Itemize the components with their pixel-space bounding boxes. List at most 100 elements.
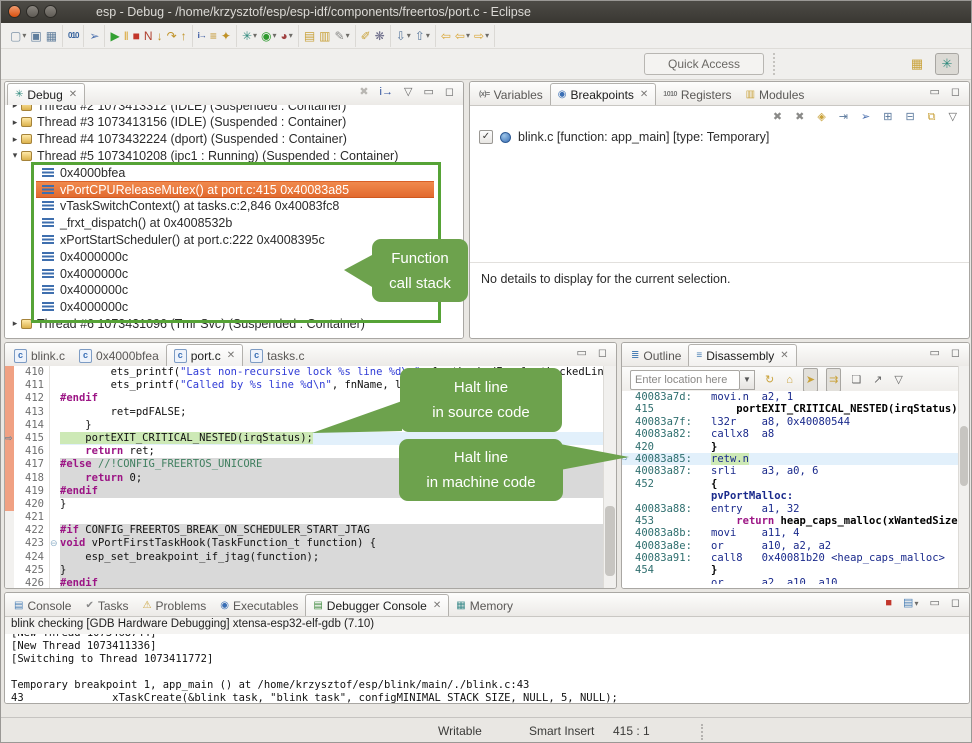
close-icon[interactable]: ✕ [640,89,648,100]
toolbar-step-over-button[interactable]: ↷ [165,26,179,46]
vars-maximize-button[interactable]: ◻ [949,82,962,102]
disasm-line[interactable]: 40083a7d:movi.n a2, 1 [622,391,959,403]
breakpoints-goto-breakpoint-file-button[interactable]: ⇥ [837,107,850,127]
disasm-tab-disassembly[interactable]: ≡Disassembly✕ [688,344,796,366]
line-number[interactable]: 418 [14,472,49,485]
console-tab-console[interactable]: ▤Console [7,595,78,616]
expand-arrow-icon[interactable]: ▸ [9,318,21,329]
line-number[interactable]: 426 [14,577,49,588]
breakpoints-link-with-debug-view-button[interactable]: ⧉ [926,107,938,127]
disasm-refresh-button[interactable]: ↻ [763,370,776,390]
line-number[interactable]: 420 [14,498,49,511]
window-minimize-button[interactable] [26,5,39,18]
line-number[interactable]: 424 [14,551,49,564]
breakpoints-remove-breakpoint-button[interactable]: ✖ [771,107,784,127]
thread-row[interactable]: ▸Thread #4 1073432224 (dport) (Suspended… [5,131,463,148]
console-maximize-button[interactable]: ◻ [949,593,962,613]
disasm-view-menu-button[interactable]: ▽ [892,370,904,390]
console-tab-problems[interactable]: ⚠Problems [136,595,214,616]
editor-tab-tasks-c[interactable]: ctasks.c [243,345,311,366]
breakpoints-view-menu-button[interactable]: ▽ [947,107,959,127]
vars-tab-breakpoints[interactable]: ◉Breakpoints✕ [550,83,657,105]
disassembly-listing[interactable]: 40083a7d:movi.n a2, 1415 portEXIT_CRITIC… [622,391,959,588]
console-display-selected-console-button[interactable]: ▤▾ [901,593,920,613]
editor-scrollbar[interactable] [603,366,616,588]
disasm-line[interactable]: 453 return heap_caps_malloc(xWantedSize [622,515,959,527]
debug-remove-all-terminated-button[interactable]: ✖ [357,82,370,102]
disasm-line[interactable]: ⇨40083a85:retw.n [622,453,959,465]
disasm-sync-with-source-button[interactable]: ⇉ [826,368,841,392]
disasm-line[interactable]: 40083a88:entry a1, 32 [622,503,959,515]
toolbar-debug-button[interactable]: ✳▾ [240,26,259,46]
stack-frame-row[interactable]: vTaskSwitchContext() at tasks.c:2,846 0x… [36,198,434,215]
line-number[interactable]: 423 [14,537,49,550]
breakpoint-row[interactable]: ✓ blink.c [function: app_main] [type: Te… [470,128,969,146]
line-number[interactable]: 421 [14,511,49,524]
disasm-line[interactable]: 454} [622,564,959,576]
toolbar-open-binary-button[interactable]: 010 [66,26,80,46]
debug-view-menu-button[interactable]: ▽ [402,82,414,102]
debug-tab-debug[interactable]: ✳Debug✕ [7,83,85,105]
toolbar-disconnect-button[interactable]: N [142,26,155,46]
stack-frame-row[interactable]: _frxt_dispatch() at 0x4008532b [36,215,434,232]
stack-frame-row[interactable]: 0x4000000c [36,299,434,316]
toolbar-new-button[interactable]: ▢▾ [8,26,28,46]
breakpoints-skip-all-breakpoints-button[interactable]: ➢ [859,107,872,127]
toolbar-back-button[interactable]: ⇦▾ [453,26,472,46]
disasm-minimize-button[interactable]: ▭ [927,343,941,363]
line-number[interactable]: 410 [14,366,49,379]
close-icon[interactable]: ✕ [227,350,235,361]
line-number[interactable]: 425 [14,564,49,577]
code-line-426[interactable]: 426#endif [5,577,604,588]
thread-row[interactable]: ▸Thread #3 1073413156 (IDLE) (Suspended … [5,114,463,131]
disasm-line[interactable]: 40083a87:srli a3, a0, 6 [622,465,959,477]
console-output[interactable]: [New Thread 1073468744][New Thread 10734… [5,634,969,703]
toolbar-run-button[interactable]: ◉▾ [259,26,279,46]
toolbar-terminate-button[interactable]: ■ [131,26,142,46]
breakpoints-show-breakpoints-for-button[interactable]: ◈ [815,107,827,127]
vars-tab-modules[interactable]: ▥Modules [739,84,812,105]
line-number[interactable]: 422 [14,524,49,537]
line-number[interactable]: 413 [14,406,49,419]
console-tab-memory[interactable]: ▦Memory [449,595,520,616]
location-input[interactable]: Enter location here [630,370,740,390]
disasm-line[interactable]: pvPortMalloc: [622,490,959,502]
disasm-line[interactable]: or a2, a10, a10 [622,577,959,584]
breakpoints-expand-all-button[interactable]: ⊞ [881,107,894,127]
line-number[interactable]: 411 [14,379,49,392]
disasm-line[interactable]: 40083a8b:movi a11, 4 [622,527,959,539]
debug-instruction-stepping-mode-button[interactable]: i→ [378,82,395,102]
line-number[interactable]: 414 [14,419,49,432]
debug-call-stack-tree[interactable]: ▸Thread #2 1073413312 (IDLE) (Suspended … [5,105,463,338]
collapse-arrow-icon[interactable]: ▾ [9,150,21,161]
code-line-425[interactable]: 425} [5,564,604,577]
line-number[interactable]: 419 [14,485,49,498]
toolbar-toggle-mark-occurrences-button[interactable]: ✐ [359,26,373,46]
toolbar-show-execution-button[interactable]: ≡ [208,26,219,46]
window-close-button[interactable] [8,5,21,18]
toolbar-search-button[interactable]: ❋ [373,26,387,46]
quick-access-button[interactable]: Quick Access [644,53,764,75]
editor-tab-blink-c[interactable]: cblink.c [7,345,72,366]
close-icon[interactable]: ✕ [69,89,77,100]
thread-row[interactable]: ▸Thread #6 1073431096 (Tmr Svc) (Suspend… [5,316,463,333]
toolbar-edit-task-button[interactable]: ✎▾ [333,26,352,46]
line-number[interactable]: 417 [14,458,49,471]
toolbar-resume-button[interactable]: ▶ [108,26,121,46]
breakpoints-remove-all-breakpoints-button[interactable]: ✖ [793,107,806,127]
location-dropdown[interactable]: ▼ [740,370,755,390]
vars-tab-variables[interactable]: (x)=Variables [472,84,550,105]
window-maximize-button[interactable] [44,5,57,18]
editor-tab-port-c[interactable]: cport.c✕ [166,344,243,366]
toolbar-last-edit-location-button[interactable]: ⇦ [439,26,453,46]
stack-frame-row[interactable]: 0x4000bfea [36,164,434,181]
toolbar-next-annotation-button[interactable]: ⇩▾ [394,26,413,46]
disasm-line[interactable]: 40083a7f:l32r a8, 0x40080544 [622,416,959,428]
toolbar-skip-all-breakpoints-button[interactable]: ➢ [87,26,101,46]
editor-minimize-button[interactable]: ▭ [574,343,588,363]
close-icon[interactable]: ✕ [780,350,788,361]
close-icon[interactable]: ✕ [433,600,441,611]
line-number[interactable]: 416 [14,445,49,458]
thread-row[interactable]: ▸Thread #2 1073413312 (IDLE) (Suspended … [5,105,463,114]
disasm-line[interactable]: 452{ [622,478,959,490]
